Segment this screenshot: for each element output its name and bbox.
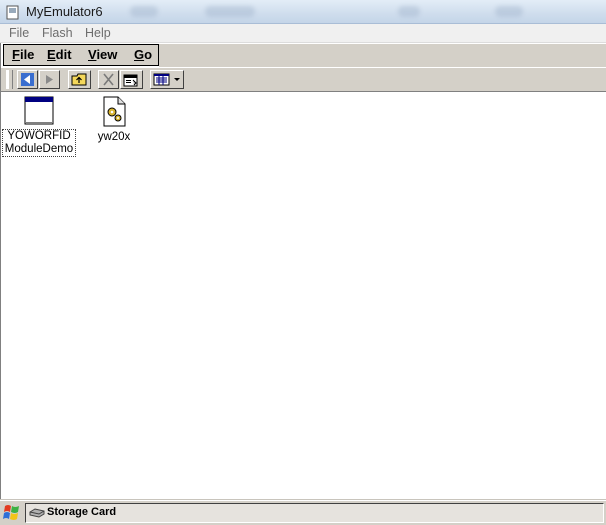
forward-button[interactable] [39, 70, 60, 89]
device-menu-edit[interactable]: Edit [47, 47, 72, 62]
file-label-line1: yw20x [97, 131, 131, 143]
title-blur [398, 6, 420, 17]
delete-button[interactable] [98, 70, 119, 89]
device-toolbar [1, 68, 606, 92]
title-blur [495, 6, 523, 17]
storage-card-task-button[interactable]: Storage Card [25, 503, 604, 523]
storage-card-icon [29, 508, 45, 518]
view-menu-icon [153, 73, 180, 86]
window-title-bar[interactable]: MyEmulator6 [0, 0, 606, 24]
device-menu-bar: File Edit View Go [3, 44, 159, 66]
title-blur [130, 6, 158, 17]
back-button[interactable] [17, 70, 38, 89]
device-menu-file[interactable]: File [12, 47, 34, 62]
host-menu-bar: File Flash Help [0, 24, 606, 43]
file-item-yoworfid[interactable]: YOWORFID ModuleDemo [2, 96, 76, 157]
device-screen: File Edit View Go YOWORFID ModuleDemo yw… [0, 43, 606, 525]
application-window-icon [24, 96, 54, 125]
file-item-yw20x[interactable]: yw20x [86, 96, 142, 144]
properties-button[interactable] [120, 70, 143, 89]
forward-icon [46, 75, 53, 84]
window-title: MyEmulator6 [26, 4, 103, 19]
file-label: YOWORFID ModuleDemo [2, 129, 76, 157]
device-menu-view[interactable]: View [88, 47, 117, 62]
file-label: yw20x [86, 131, 142, 144]
view-menu-button[interactable] [150, 70, 184, 89]
start-windows-flag-icon[interactable] [2, 503, 22, 522]
title-blur [205, 6, 255, 17]
file-label-line1: YOWORFID [7, 130, 71, 142]
emulator-app-icon [6, 5, 19, 20]
gear-document-icon [103, 96, 126, 127]
device-menu-bar-fill [159, 44, 606, 67]
up-folder-icon [71, 73, 87, 86]
file-label-line2: ModuleDemo [4, 143, 74, 155]
properties-icon [123, 74, 138, 87]
device-taskbar: Storage Card [0, 500, 606, 525]
device-menu-go[interactable]: Go [134, 47, 152, 62]
host-menu-file[interactable]: File [9, 26, 29, 40]
back-icon [21, 73, 34, 86]
host-menu-help[interactable]: Help [85, 26, 111, 40]
up-folder-button[interactable] [68, 70, 91, 89]
toolbar-grip[interactable] [6, 70, 13, 89]
host-menu-flash[interactable]: Flash [42, 26, 73, 40]
task-label: Storage Card [47, 506, 117, 518]
delete-icon [103, 73, 114, 86]
